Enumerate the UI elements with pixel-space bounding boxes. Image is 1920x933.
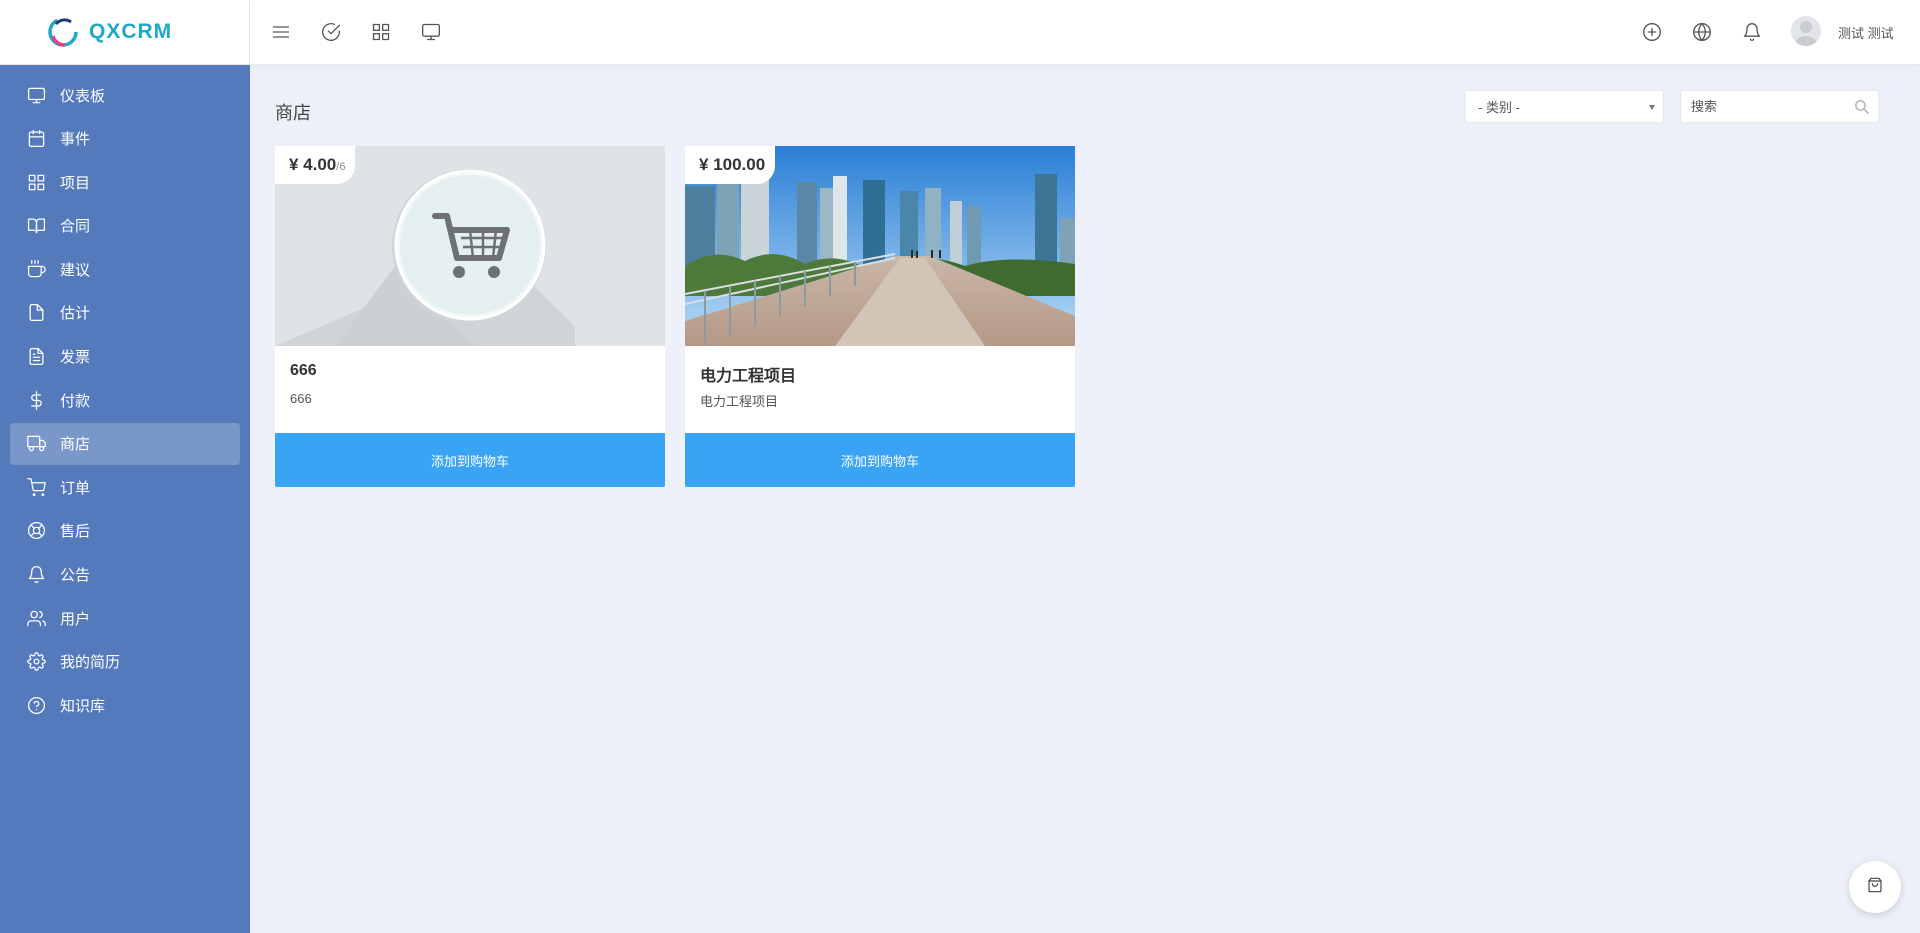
shopping-bag-icon [1867, 877, 1883, 898]
sidebar-item-label: 发票 [60, 349, 91, 367]
sidebar-item-label: 用户 [60, 610, 91, 628]
check-circle-icon[interactable] [319, 20, 343, 44]
sidebar-item-label: 订单 [60, 479, 91, 497]
product-title[interactable]: 电力工程项目 [700, 362, 796, 386]
sidebar-item-label: 建议 [60, 261, 91, 279]
bell-icon [26, 565, 46, 585]
logo-icon [48, 17, 78, 47]
category-select[interactable]: - 类别 - [1465, 90, 1664, 123]
monitor-icon[interactable] [419, 20, 443, 44]
category-select-value: - 类别 - [1478, 100, 1520, 115]
logo-text: QXCRM [89, 20, 173, 43]
page-title: 商店 [275, 103, 311, 123]
truck-icon [26, 434, 46, 454]
sidebar-item-label: 事件 [60, 131, 91, 149]
chevron-down-icon [1649, 105, 1655, 110]
sidebar-item-contracts[interactable]: 合同 [10, 205, 240, 247]
sidebar-item-estimates[interactable]: 估计 [10, 292, 240, 334]
globe-icon[interactable] [1690, 20, 1714, 44]
cart-icon [26, 477, 46, 497]
avatar[interactable] [1791, 16, 1821, 46]
floating-cart-button[interactable] [1849, 861, 1901, 913]
sidebar-item-payments[interactable]: 付款 [10, 379, 240, 421]
topbar: 测试 测试 [250, 0, 1920, 65]
username[interactable]: 测试 测试 [1838, 23, 1894, 42]
sidebar-item-users[interactable]: 用户 [10, 597, 240, 639]
sidebar-item-store[interactable]: 商店 [10, 422, 240, 465]
sidebar-item-label: 我的简历 [60, 654, 121, 672]
settings-icon [26, 652, 46, 672]
file-text-icon [26, 347, 46, 367]
sidebar-item-projects[interactable]: 项目 [10, 161, 240, 203]
search-box [1680, 90, 1879, 123]
sidebar-item-label: 知识库 [60, 697, 106, 715]
file-icon [26, 303, 46, 323]
sidebar-item-label: 合同 [60, 218, 91, 236]
coffee-icon [26, 259, 46, 279]
help-circle-icon [26, 695, 46, 715]
sidebar-item-after-sales[interactable]: 售后 [10, 510, 240, 552]
dollar-icon [26, 390, 46, 410]
search-icon[interactable] [1853, 98, 1871, 116]
price-value: ¥ 100.00 [699, 155, 766, 174]
price-unit: /6 [336, 161, 346, 173]
sidebar-item-dashboard[interactable]: 仪表板 [10, 74, 240, 116]
sidebar-item-label: 仪表板 [60, 87, 106, 105]
sidebar-item-events[interactable]: 事件 [10, 118, 240, 160]
search-input[interactable] [1681, 91, 1841, 122]
grid-icon [26, 172, 46, 192]
sidebar: QXCRM 仪表板 事件 项目 合同 建议 估计 发票 付款 商店 订单 售后 … [0, 0, 250, 933]
users-icon [26, 608, 46, 628]
sidebar-item-announcements[interactable]: 公告 [10, 554, 240, 596]
sidebar-item-label: 公告 [60, 567, 91, 585]
price-tag: ¥ 100.00 [685, 146, 776, 184]
sidebar-item-orders[interactable]: 订单 [10, 466, 240, 508]
menu-icon[interactable] [269, 20, 293, 44]
sidebar-item-label: 售后 [60, 523, 91, 541]
apps-grid-icon[interactable] [369, 20, 393, 44]
product-title[interactable]: 666 [290, 362, 317, 380]
product-description: 666 [290, 391, 312, 406]
product-card: ¥ 4.00/6 666 666 添加到购物车 [275, 146, 665, 487]
price-tag: ¥ 4.00/6 [275, 146, 356, 184]
sidebar-nav: 仪表板 事件 项目 合同 建议 估计 发票 付款 商店 订单 售后 公告 用户 … [0, 65, 250, 726]
lifebuoy-icon [26, 521, 46, 541]
add-to-cart-button[interactable]: 添加到购物车 [275, 433, 665, 487]
logo-area[interactable]: QXCRM [0, 0, 250, 65]
sidebar-item-invoices[interactable]: 发票 [10, 336, 240, 378]
calendar-icon [26, 129, 46, 149]
plus-circle-icon[interactable] [1640, 20, 1664, 44]
sidebar-item-label: 估计 [60, 305, 91, 323]
sidebar-item-label: 付款 [60, 392, 91, 410]
sidebar-item-my-resume[interactable]: 我的简历 [10, 641, 240, 683]
sidebar-item-label: 项目 [60, 174, 91, 192]
book-icon [26, 216, 46, 236]
price-value: ¥ 4.00 [289, 155, 337, 174]
sidebar-item-proposals[interactable]: 建议 [10, 248, 240, 290]
bell-icon[interactable] [1740, 20, 1764, 44]
sidebar-item-knowledge-base[interactable]: 知识库 [10, 684, 240, 726]
add-to-cart-button[interactable]: 添加到购物车 [685, 433, 1075, 487]
product-description: 电力工程项目 [700, 394, 779, 409]
monitor-icon [26, 85, 46, 105]
sidebar-item-label: 商店 [60, 436, 91, 454]
product-card: ¥ 100.00 电力工程项目 电力工程项目 添加到购物车 [685, 146, 1075, 487]
